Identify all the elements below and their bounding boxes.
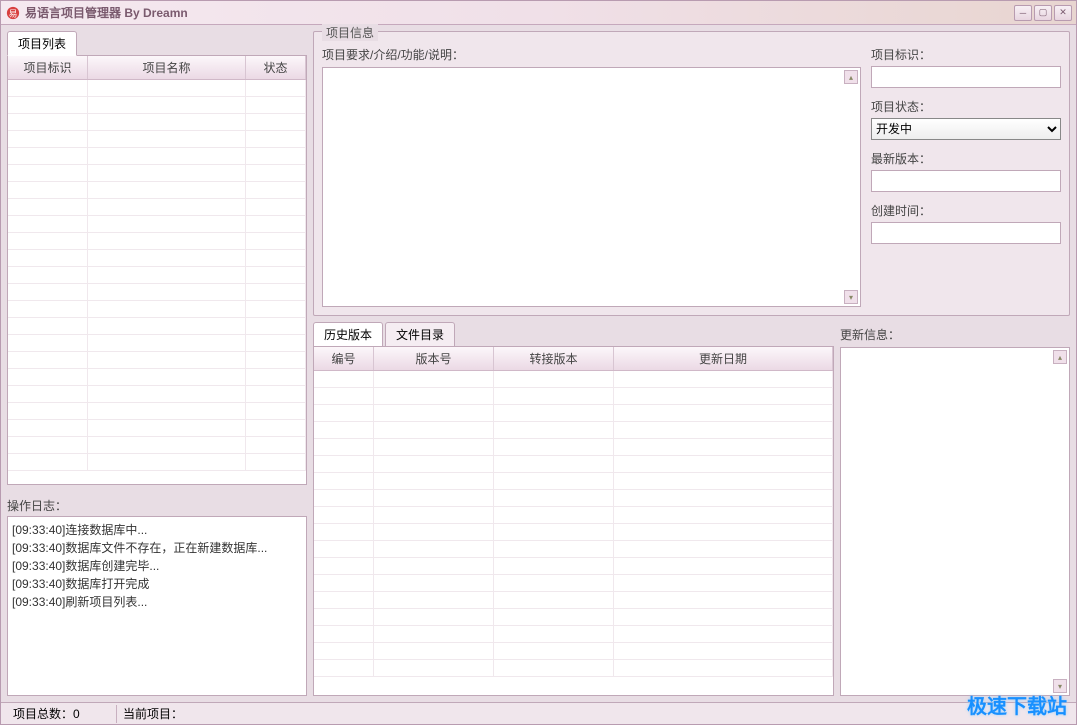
project-status-select[interactable]: 开发中 bbox=[871, 118, 1061, 140]
col-project-status[interactable]: 状态 bbox=[246, 56, 306, 79]
close-button[interactable]: ✕ bbox=[1054, 5, 1072, 21]
right-panel: 项目信息 项目要求/介绍/功能/说明： ▴ ▾ bbox=[313, 31, 1070, 696]
col-no[interactable]: 编号 bbox=[314, 347, 374, 370]
log-label: 操作日志： bbox=[7, 497, 307, 514]
log-line: [09:33:40]刷新项目列表... bbox=[12, 593, 302, 611]
col-project-name[interactable]: 项目名称 bbox=[88, 56, 246, 79]
project-id-label: 项目标识： bbox=[871, 46, 1061, 63]
project-info-group: 项目信息 项目要求/介绍/功能/说明： ▴ ▾ bbox=[313, 31, 1070, 316]
tab-project-list[interactable]: 项目列表 bbox=[7, 31, 77, 56]
statusbar: 项目总数： 0 当前项目： bbox=[1, 702, 1076, 724]
desc-textarea[interactable]: ▴ ▾ bbox=[322, 67, 861, 307]
created-time-label: 创建时间： bbox=[871, 202, 1061, 219]
window-controls: ─ ▢ ✕ bbox=[1014, 5, 1072, 21]
log-textarea[interactable]: [09:33:40]连接数据库中... [09:33:40]数据库文件不存在，正… bbox=[7, 516, 307, 696]
content-area: 项目列表 项目标识 项目名称 状态 bbox=[1, 25, 1076, 702]
col-transfer[interactable]: 转接版本 bbox=[494, 347, 614, 370]
svg-text:易: 易 bbox=[9, 8, 18, 18]
created-time-field[interactable] bbox=[871, 222, 1061, 244]
titlebar[interactable]: 易 易语言项目管理器 By Dreamn ─ ▢ ✕ bbox=[1, 1, 1076, 25]
log-line: [09:33:40]数据库打开完成 bbox=[12, 575, 302, 593]
left-panel: 项目列表 项目标识 项目名称 状态 bbox=[7, 31, 307, 696]
project-list-tabs: 项目列表 bbox=[7, 31, 307, 56]
project-list-table[interactable]: 项目标识 项目名称 状态 bbox=[7, 55, 307, 485]
history-tabs: 历史版本 文件目录 bbox=[313, 322, 834, 347]
latest-version-label: 最新版本： bbox=[871, 150, 1061, 167]
status-total-label: 项目总数： bbox=[13, 705, 73, 722]
project-list-body[interactable] bbox=[8, 80, 306, 484]
col-project-id[interactable]: 项目标识 bbox=[8, 56, 88, 79]
latest-version-field[interactable] bbox=[871, 170, 1061, 192]
history-table[interactable]: 编号 版本号 转接版本 更新日期 bbox=[313, 346, 834, 696]
tab-history[interactable]: 历史版本 bbox=[313, 322, 383, 347]
scroll-up-icon[interactable]: ▴ bbox=[1053, 350, 1067, 364]
log-line: [09:33:40]数据库创建完毕... bbox=[12, 557, 302, 575]
log-line: [09:33:40]数据库文件不存在，正在新建数据库... bbox=[12, 539, 302, 557]
update-info-textarea[interactable]: ▴ ▾ bbox=[840, 347, 1070, 696]
log-line: [09:33:40]连接数据库中... bbox=[12, 521, 302, 539]
project-id-field[interactable] bbox=[871, 66, 1061, 88]
minimize-button[interactable]: ─ bbox=[1014, 5, 1032, 21]
window-title: 易语言项目管理器 By Dreamn bbox=[25, 4, 1014, 21]
app-icon: 易 bbox=[5, 5, 21, 21]
col-date[interactable]: 更新日期 bbox=[614, 347, 833, 370]
status-total: 项目总数： 0 bbox=[7, 705, 117, 723]
scroll-down-icon[interactable]: ▾ bbox=[844, 290, 858, 304]
history-body[interactable] bbox=[314, 371, 833, 696]
project-info-legend: 项目信息 bbox=[322, 24, 378, 41]
status-current-label: 当前项目： bbox=[123, 705, 183, 722]
desc-label: 项目要求/介绍/功能/说明： bbox=[322, 46, 861, 63]
project-status-label: 项目状态： bbox=[871, 98, 1061, 115]
status-total-value: 0 bbox=[73, 707, 80, 721]
status-current: 当前项目： bbox=[117, 705, 1070, 723]
scroll-down-icon[interactable]: ▾ bbox=[1053, 679, 1067, 693]
maximize-button[interactable]: ▢ bbox=[1034, 5, 1052, 21]
project-list-header: 项目标识 项目名称 状态 bbox=[8, 56, 306, 80]
update-info-label: 更新信息： bbox=[840, 326, 1070, 343]
history-header: 编号 版本号 转接版本 更新日期 bbox=[314, 347, 833, 371]
main-window: 易 易语言项目管理器 By Dreamn ─ ▢ ✕ 项目列表 项目标识 项目名… bbox=[0, 0, 1077, 725]
tab-files[interactable]: 文件目录 bbox=[385, 322, 455, 347]
col-ver[interactable]: 版本号 bbox=[374, 347, 494, 370]
scroll-up-icon[interactable]: ▴ bbox=[844, 70, 858, 84]
